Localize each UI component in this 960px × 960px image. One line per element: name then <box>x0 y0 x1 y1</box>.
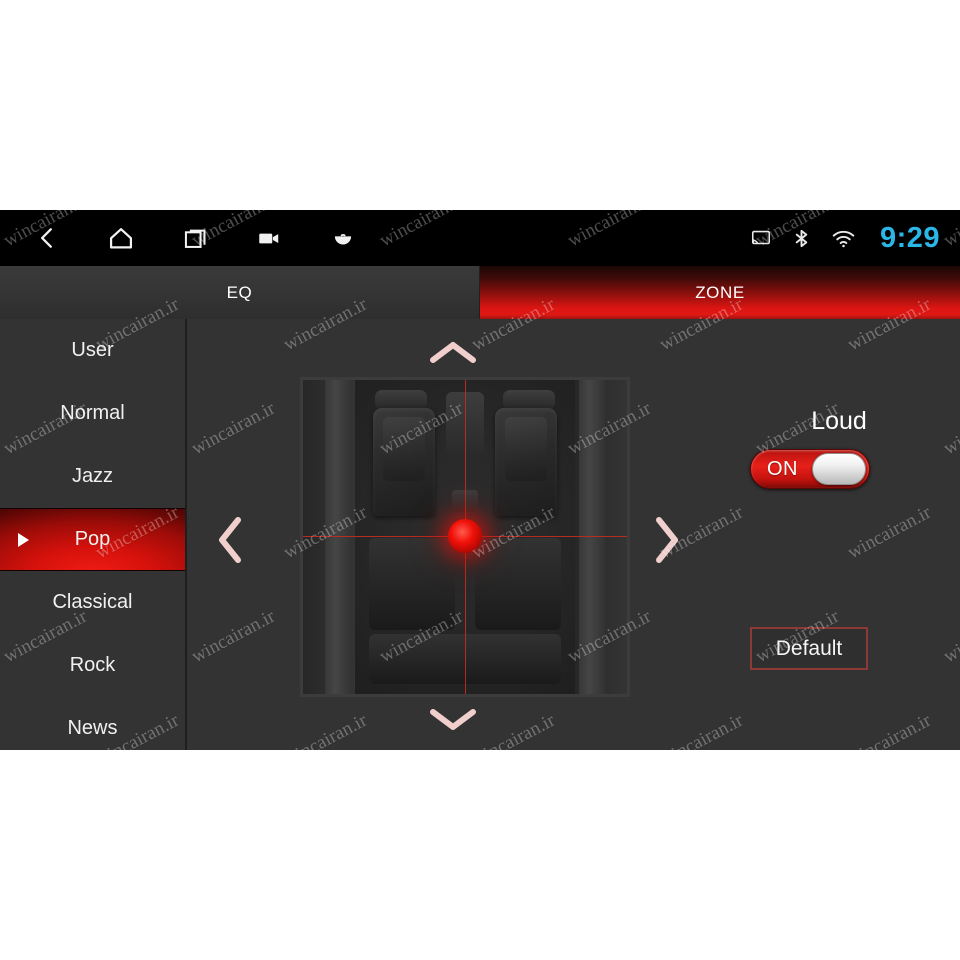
bluetooth-icon[interactable] <box>790 227 813 250</box>
preset-item-classical[interactable]: Classical <box>0 571 185 634</box>
home-icon[interactable] <box>104 221 138 255</box>
zone-focus-dot[interactable] <box>448 519 482 553</box>
preset-item-news[interactable]: News <box>0 697 185 750</box>
seat-front-right <box>495 408 557 516</box>
preset-item-rock[interactable]: Rock <box>0 634 185 697</box>
navigation-button-group <box>30 210 360 266</box>
pillar-right <box>579 380 605 694</box>
toggle-knob[interactable] <box>812 453 866 485</box>
tab-eq-label: EQ <box>226 282 253 302</box>
recents-icon[interactable] <box>178 221 212 255</box>
selected-marker-icon <box>18 532 29 547</box>
preset-item-normal[interactable]: Normal <box>0 382 185 445</box>
headrest-front-left <box>375 390 427 410</box>
seat-rear-right <box>475 538 561 630</box>
apps-icon[interactable] <box>326 221 360 255</box>
tab-bar: EQ ZONE <box>0 266 960 319</box>
tab-zone[interactable]: ZONE <box>480 266 960 319</box>
chevron-up-icon[interactable] <box>428 339 478 365</box>
loudness-state-text: ON <box>767 457 798 480</box>
tab-eq[interactable]: EQ <box>0 266 480 319</box>
default-button-label: Default <box>775 636 843 660</box>
preset-label: News <box>67 717 118 739</box>
wifi-icon[interactable] <box>831 226 856 251</box>
loudness-toggle[interactable]: ON <box>750 449 870 489</box>
preset-item-pop[interactable]: Pop <box>0 508 185 571</box>
preset-item-user[interactable]: User <box>0 319 185 382</box>
camera-icon[interactable] <box>252 221 286 255</box>
preset-label: Pop <box>74 528 111 550</box>
android-status-bar: 9:29 <box>0 210 960 266</box>
car-interior-image <box>303 380 627 694</box>
default-button[interactable]: Default <box>750 627 868 670</box>
status-clock: 9:29 <box>879 221 940 254</box>
eq-preset-list: User Normal Jazz Pop Classical Rock News <box>0 319 187 750</box>
chevron-right-icon[interactable] <box>653 515 681 565</box>
preset-label: Classical <box>52 591 133 613</box>
back-icon[interactable] <box>30 221 64 255</box>
preset-label: Normal <box>60 402 125 424</box>
preset-item-jazz[interactable]: Jazz <box>0 445 185 508</box>
seat-front-left <box>373 408 435 516</box>
zone-page: User Normal Jazz Pop Classical Rock News… <box>0 319 960 750</box>
headrest-front-right <box>503 390 555 410</box>
head-unit-screen: 9:29 EQ ZONE User Normal Jazz Pop Classi… <box>0 210 960 750</box>
system-status-icons: 9:29 <box>750 210 940 266</box>
preset-label: User <box>71 339 114 361</box>
chevron-down-icon[interactable] <box>428 707 478 733</box>
cast-icon[interactable] <box>750 227 772 249</box>
loudness-label: Loud <box>811 407 867 435</box>
seat-rear-left <box>369 538 455 630</box>
preset-label: Rock <box>69 654 116 676</box>
car-cabin-zone-map[interactable] <box>300 377 630 697</box>
chevron-left-icon[interactable] <box>216 515 244 565</box>
pillar-left <box>325 380 351 694</box>
tab-zone-label: ZONE <box>695 282 745 302</box>
zone-controls-panel: Loud ON Default <box>728 319 960 750</box>
preset-label: Jazz <box>71 465 114 487</box>
